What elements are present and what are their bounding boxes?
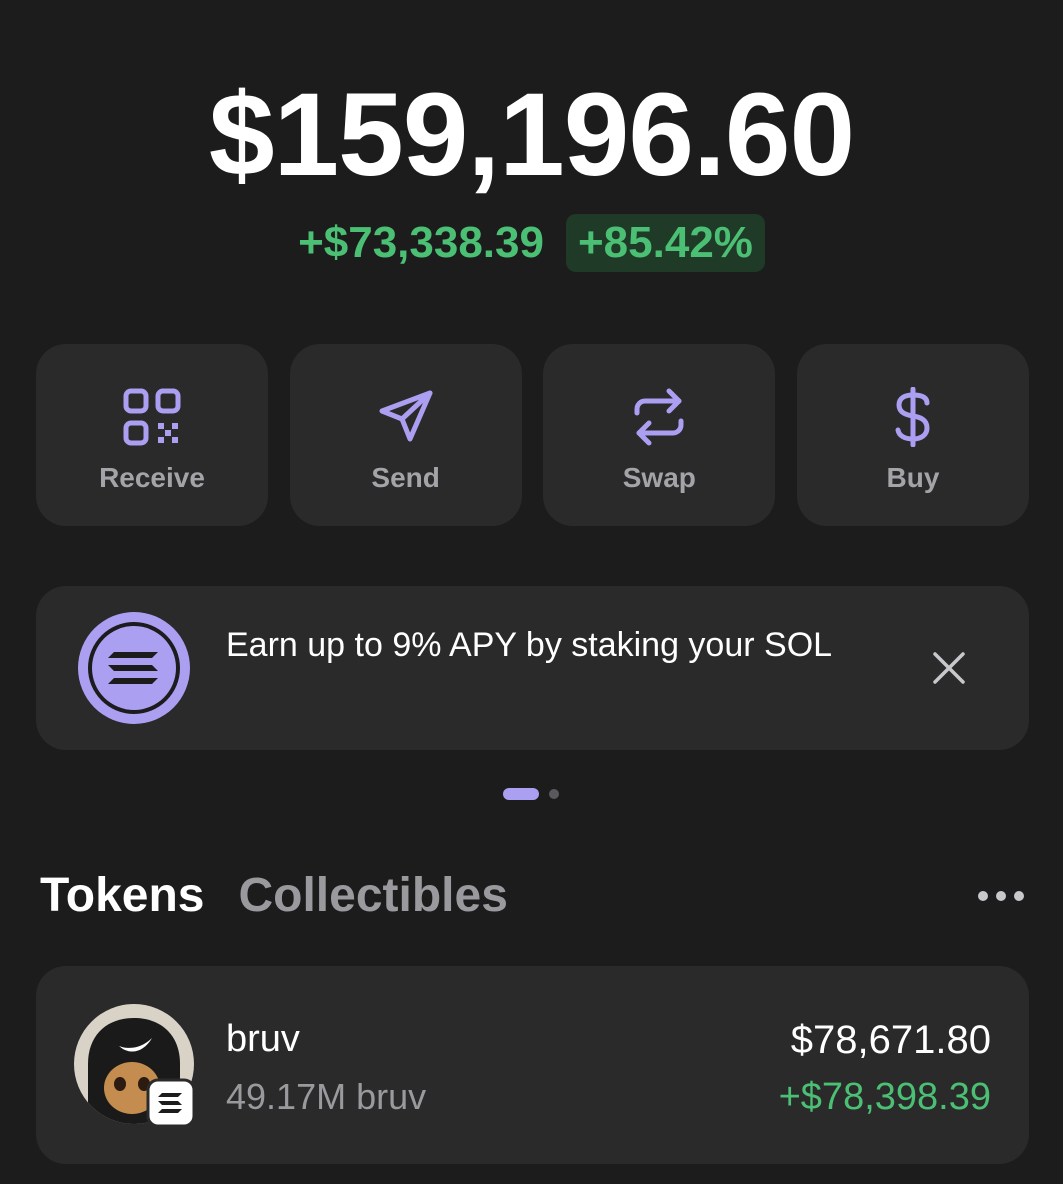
swap-icon xyxy=(628,386,690,448)
tab-collectibles[interactable]: Collectibles xyxy=(238,868,507,923)
buy-button[interactable]: Buy xyxy=(796,344,1029,526)
carousel-dot[interactable] xyxy=(549,789,559,799)
staking-banner-text: Earn up to 9% APY by staking your SOL xyxy=(226,626,833,664)
change-amount: +$73,338.39 xyxy=(298,218,544,267)
token-value: $78,671.80 xyxy=(790,1018,991,1062)
token-change: +$78,398.39 xyxy=(778,1076,991,1118)
portfolio-change: +$73,338.39 +85.42% xyxy=(0,214,1063,272)
token-row[interactable]: bruv 49.17M bruv $78,671.80 +$78,398.39 xyxy=(36,966,1029,1164)
token-quantity: 49.17M bruv xyxy=(226,1076,427,1117)
token-avatar xyxy=(74,1004,196,1128)
send-button[interactable]: Send xyxy=(289,344,522,526)
portfolio-balance: $159,196.60 xyxy=(208,69,855,201)
qr-code-icon xyxy=(121,386,183,448)
send-icon xyxy=(375,386,437,448)
carousel-indicator xyxy=(503,788,559,800)
close-icon[interactable] xyxy=(929,648,969,688)
buy-label: Buy xyxy=(886,462,940,493)
quick-actions: Receive Send Swap Buy xyxy=(36,344,1029,526)
solana-badge-icon xyxy=(146,1078,196,1128)
staking-banner[interactable]: Earn up to 9% APY by staking your SOL xyxy=(36,586,1029,750)
receive-button[interactable]: Receive xyxy=(36,344,268,526)
swap-label: Swap xyxy=(622,462,696,493)
solana-icon xyxy=(74,608,194,728)
carousel-dot-active[interactable] xyxy=(503,788,539,800)
receive-label: Receive xyxy=(99,462,205,493)
token-name: bruv xyxy=(226,1018,300,1060)
tab-tokens[interactable]: Tokens xyxy=(40,868,204,923)
more-options-icon[interactable] xyxy=(976,884,1026,908)
change-percent-badge: +85.42% xyxy=(565,214,765,272)
send-label: Send xyxy=(371,462,440,493)
swap-button[interactable]: Swap xyxy=(543,344,776,526)
dollar-icon xyxy=(882,386,944,448)
asset-tabs: Tokens Collectibles xyxy=(40,868,508,923)
